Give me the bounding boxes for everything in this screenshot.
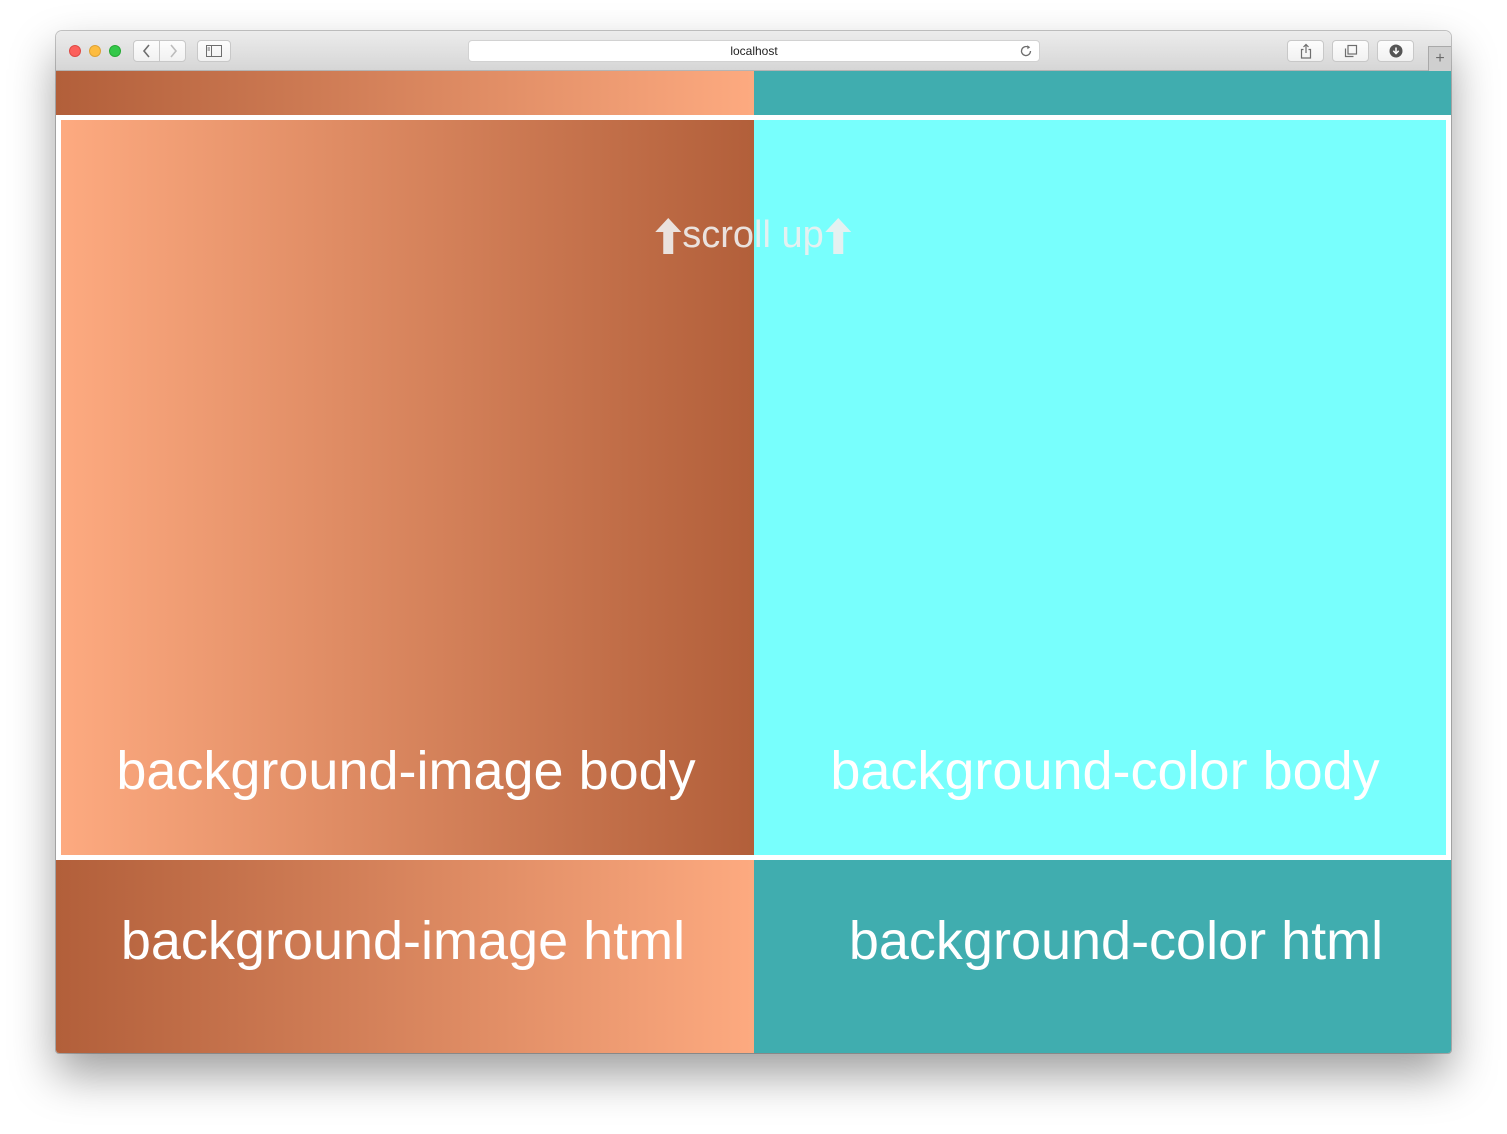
close-window-button[interactable] <box>69 45 81 57</box>
tabs-overview-icon <box>1344 44 1357 58</box>
share-button[interactable] <box>1287 40 1324 62</box>
download-icon <box>1389 44 1402 58</box>
address-text: localhost <box>730 44 778 58</box>
navigation-buttons <box>133 40 186 62</box>
html-color-label: background-color html <box>848 911 1384 971</box>
arrow-up-icon <box>824 217 851 254</box>
chevron-left-icon <box>142 44 150 58</box>
body-color-label: background-color body <box>830 741 1380 801</box>
new-tab-plus: + <box>1435 50 1445 67</box>
new-tab-button[interactable]: + <box>1428 46 1451 71</box>
body-image-label: background-image body <box>116 741 696 801</box>
share-icon <box>1300 43 1311 59</box>
html-image-label: background-image html <box>120 911 686 971</box>
reload-icon[interactable] <box>1019 44 1033 58</box>
address-bar[interactable]: localhost <box>468 40 1040 62</box>
tabs-overview-button[interactable] <box>1332 40 1369 62</box>
sidebar-toggle-button[interactable] <box>197 40 231 62</box>
minimize-window-button[interactable] <box>89 45 101 57</box>
forward-button[interactable] <box>159 40 186 62</box>
sidebar-icon <box>206 45 222 57</box>
chevron-right-icon <box>169 44 177 58</box>
scroll-up-hint: scroll up <box>654 214 852 257</box>
page-viewport: scroll up background-image body backgrou… <box>56 71 1451 1053</box>
scroll-up-text: scroll up <box>682 214 824 256</box>
arrow-up-icon <box>655 217 682 254</box>
zoom-window-button[interactable] <box>109 45 121 57</box>
browser-window: localhost + scroll up background-image b… <box>56 31 1451 1053</box>
downloads-button[interactable] <box>1377 40 1414 62</box>
back-button[interactable] <box>133 40 160 62</box>
browser-toolbar: localhost + <box>56 31 1451 71</box>
